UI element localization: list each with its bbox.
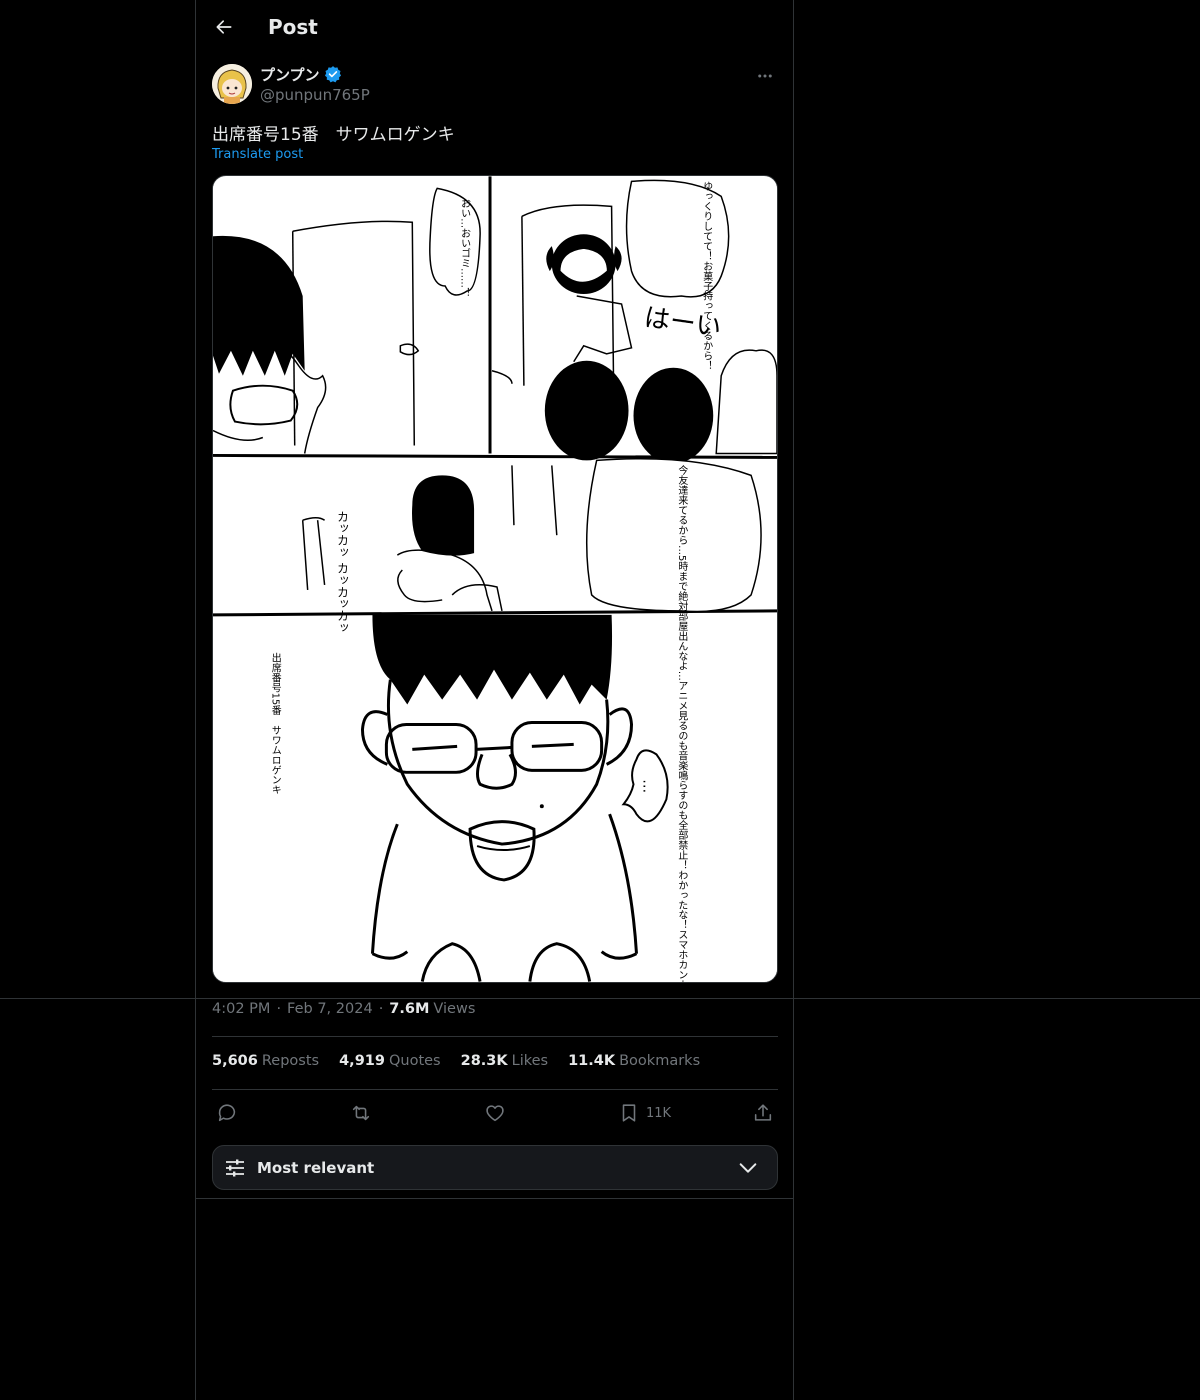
chevron-down-icon [739,1163,757,1173]
divider [0,998,1200,999]
more-options-button[interactable] [753,64,777,88]
share-button[interactable] [752,1101,774,1125]
post-date[interactable]: Feb 7, 2024 [287,1001,373,1017]
bookmark-icon [622,1104,636,1122]
primary-column: Post プンプン @punpun765P 出席番号15番 サワムロゲンキ Tr… [195,0,794,1400]
page-header: Post [212,0,318,54]
repost-icon [352,1105,370,1121]
comic-speech-left: おい…おいゴミ……！ [459,198,470,298]
post-time[interactable]: 4:02 PM [212,1001,270,1017]
page-title: Post [268,15,318,39]
like-icon [486,1105,504,1122]
translate-post-link[interactable]: Translate post [212,147,303,162]
bookmark-count: 11K [646,1105,672,1121]
comic-speech-right: ゆっくりしてて！お菓子持ってくるから！ [701,181,713,370]
views-label: Views [433,1001,476,1017]
bookmarks-stat[interactable]: 11.4K Bookmarks [568,1053,700,1069]
filter-sliders-icon [226,1159,244,1176]
repost-button[interactable] [350,1101,372,1125]
views-count: 7.6M [389,1001,430,1017]
post-text: 出席番号15番 サワムロゲンキ [212,125,455,145]
reply-icon [218,1104,236,1122]
post-image[interactable]: おい…おいゴミ……！ ゆっくりしてて！お菓子持ってくるから！ はーい カッカッ … [212,175,778,983]
divider [195,1198,794,1199]
divider [212,1036,778,1037]
post-author[interactable]: プンプン @punpun765P [212,64,370,104]
bookmark-button[interactable]: 11K [618,1101,671,1125]
divider [212,1089,778,1090]
verified-badge-icon [324,65,342,83]
avatar[interactable] [212,64,252,104]
reposts-stat[interactable]: 5,606 Reposts [212,1053,319,1069]
reply-button[interactable] [216,1101,238,1125]
sort-label: Most relevant [257,1158,375,1177]
more-dots-icon [758,74,772,78]
manga-illustration: おい…おいゴミ……！ ゆっくりしてて！お菓子持ってくるから！ はーい カッカッ … [213,176,777,982]
comic-speech-sister: 今友達来てるから…5時まで絶対部屋出んなよ…アニメ見るのも音楽鳴らすのも全部禁止… [676,464,688,982]
author-handle[interactable]: @punpun765P [260,86,370,104]
likes-stat[interactable]: 28.3K Likes [461,1053,548,1069]
back-button[interactable] [212,15,236,39]
comic-speech-silence: … [639,779,655,793]
back-arrow-icon [216,20,232,34]
post-meta: 4:02 PM · Feb 7, 2024 · 7.6M Views [212,1001,476,1017]
engagement-stats: 5,606 Reposts 4,919 Quotes 28.3K Likes 11.4… [212,1053,720,1069]
comic-sfx-tapping: カッカッ カッカッカッ [336,510,350,634]
comic-caption: 出席番号15番 サワムロゲンキ [269,652,281,795]
action-bar: 11K [212,1101,778,1125]
like-button[interactable] [484,1101,506,1125]
reply-sort-dropdown[interactable]: Most relevant [212,1145,778,1190]
author-display-name[interactable]: プンプン [260,64,320,85]
quotes-stat[interactable]: 4,919 Quotes [339,1053,441,1069]
share-icon [754,1104,772,1121]
